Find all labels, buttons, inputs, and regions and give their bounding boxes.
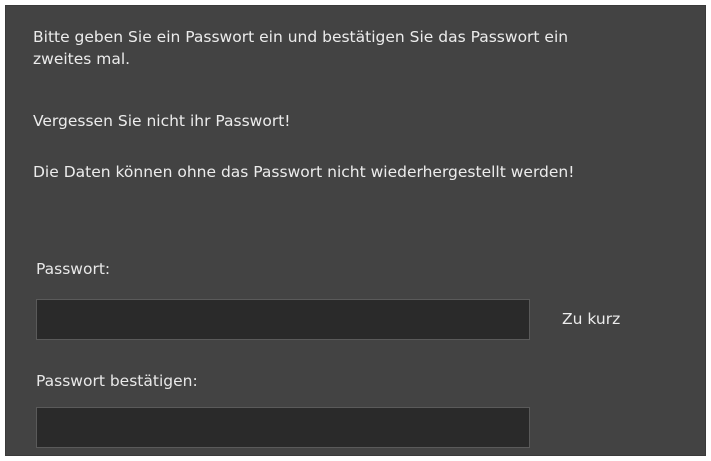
intro-text-line-1: Bitte geben Sie ein Passwort ein und bes…: [33, 28, 569, 46]
confirm-password-label: Passwort bestätigen:: [36, 372, 198, 390]
password-label: Passwort:: [36, 260, 111, 278]
password-strength-status: Zu kurz: [562, 310, 621, 328]
warning-text: Die Daten können ohne das Passwort nicht…: [33, 163, 575, 181]
password-dialog-panel: Bitte geben Sie ein Passwort ein und bes…: [5, 5, 706, 456]
intro-text-line-2: zweites mal.: [33, 50, 131, 68]
password-input[interactable]: [36, 299, 530, 340]
reminder-text: Vergessen Sie nicht ihr Passwort!: [33, 112, 291, 130]
confirm-password-input[interactable]: [36, 407, 530, 448]
